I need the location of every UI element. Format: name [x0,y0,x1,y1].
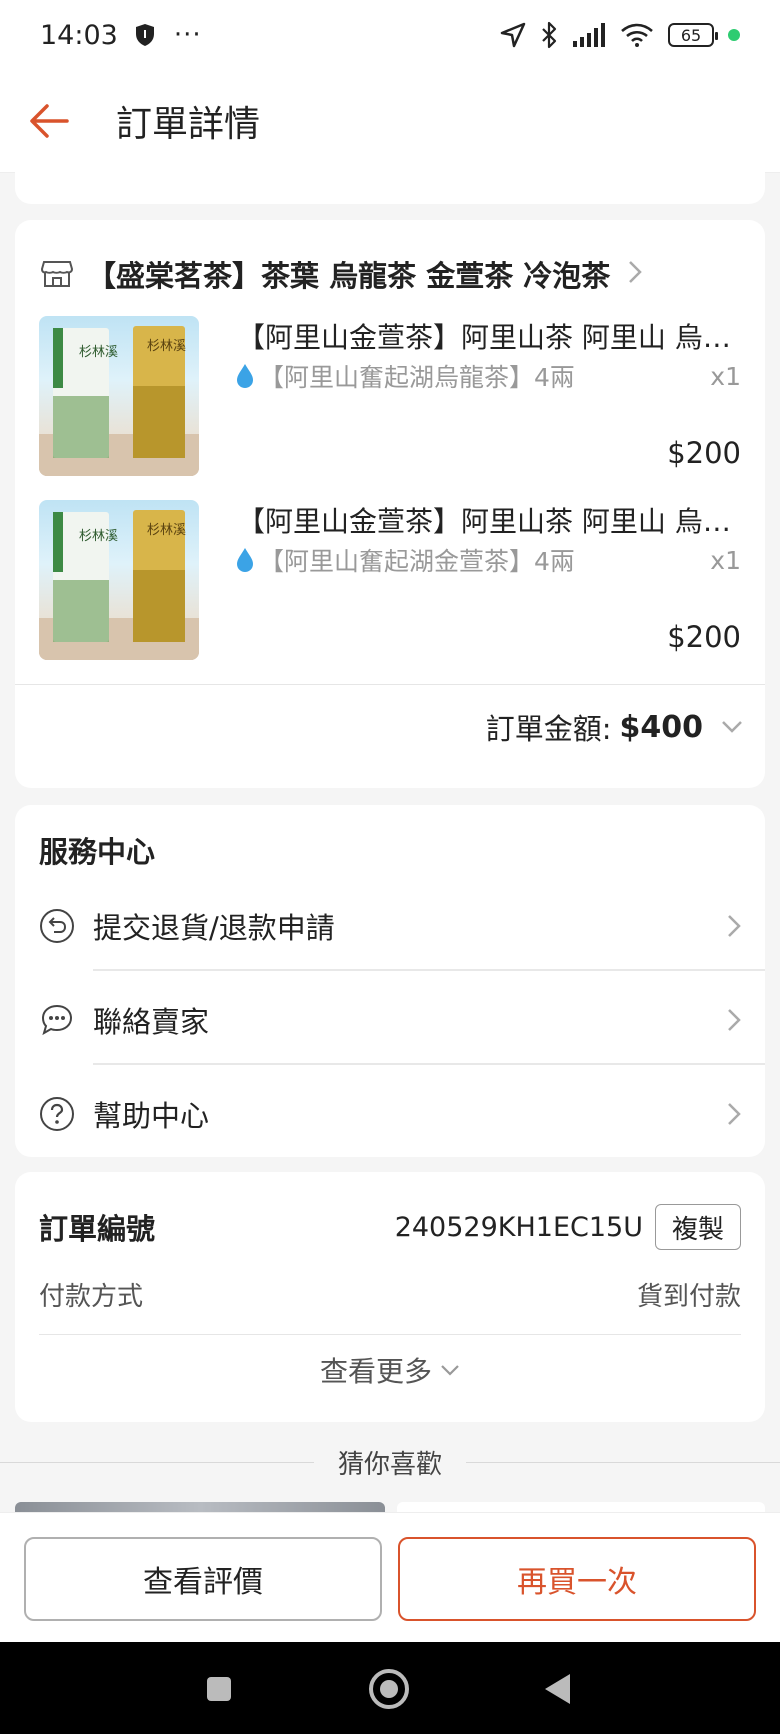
service-center-title: 服務中心 [39,835,156,869]
status-icons: 65 [500,21,740,49]
system-navigation-bar [0,1642,780,1734]
recommend-header: 猜你喜歡 [0,1440,780,1484]
product-image: 杉林溪 杉林溪 [39,500,199,660]
privacy-indicator-dot [728,29,740,41]
status-time: 14:03 [40,19,118,51]
contact-seller-label: 聯絡賣家 [93,1005,210,1039]
bluetooth-icon [542,21,557,49]
home-circle-icon [369,1669,409,1709]
product-variant: 【阿里山奮起湖金萱茶】4兩 [259,547,575,576]
square-icon [207,1677,231,1701]
order-info-card: 訂單編號 240529KH1EC15U 複製 付款方式 貨到付款 查看更多 [15,1172,765,1422]
more-status-icon: ··· [173,20,202,50]
product-price: $200 [667,620,741,654]
product-variant: 【阿里山奮起湖烏龍茶】4兩 [259,363,575,392]
divider [93,1063,765,1065]
signal-icon [573,23,605,47]
chevron-down-icon [441,1365,459,1376]
return-icon [40,909,74,943]
shop-row[interactable]: 【盛棠茗茶】茶葉 烏龍茶 金萱茶 冷泡茶 [41,246,745,302]
help-icon [40,1097,74,1131]
refund-request-item[interactable]: 提交退貨/退款申請 [15,879,765,973]
store-icon [41,261,73,287]
order-number-label: 訂單編號 [39,1212,156,1246]
help-center-item[interactable]: 幫助中心 [15,1067,765,1161]
refund-request-label: 提交退貨/退款申請 [93,911,335,945]
shop-name: 【盛棠茗茶】茶葉 烏龍茶 金萱茶 冷泡茶 [87,259,611,293]
divider [39,1334,741,1335]
battery-icon: 65 [668,23,718,47]
wifi-icon [621,23,653,47]
svg-text:杉林溪: 杉林溪 [79,345,118,360]
triangle-back-icon [545,1674,570,1704]
order-total-value: $400 [619,709,704,745]
payment-method-row: 付款方式 貨到付款 [39,1272,741,1316]
back-button[interactable] [26,98,72,144]
product-variant-row: 【阿里山奮起湖金萱茶】4兩 x1 [235,542,741,578]
product-item[interactable]: 杉林溪 杉林溪 【阿里山金萱茶】阿里山茶 阿里山 烏龍茶 【阿里山奮起湖金萱茶】… [39,500,741,664]
divider [93,969,765,971]
buy-again-button[interactable]: 再買一次 [398,1537,756,1621]
contact-seller-item[interactable]: 聯絡賣家 [15,973,765,1067]
product-quantity: x1 [710,361,741,391]
status-bar: 14:03 ··· 65 [0,0,780,70]
service-center-card: 服務中心 提交退貨/退款申請 聯絡賣家 幫助中心 [15,805,765,1157]
view-more-label: 查看更多 [319,1355,432,1388]
product-price: $200 [667,436,741,470]
product-item[interactable]: 杉林溪 杉林溪 【阿里山金萱茶】阿里山茶 阿里山 烏龍茶 【阿里山奮起湖烏龍茶】… [39,316,741,480]
divider [0,1461,314,1463]
page-title: 訂單詳情 [116,104,261,145]
product-quantity: x1 [710,545,741,575]
view-more-button[interactable]: 查看更多 [15,1338,765,1402]
order-items-card: 【盛棠茗茶】茶葉 烏龍茶 金萱茶 冷泡茶 杉林溪 杉林溪 【阿里山金萱茶】阿里山… [15,220,765,788]
payment-method-value: 貨到付款 [636,1281,741,1312]
payment-method-label: 付款方式 [39,1281,144,1312]
back-nav-button[interactable] [534,1666,580,1712]
chevron-right-icon [728,1103,741,1125]
previous-card-bottom [15,150,765,204]
product-variant-row: 【阿里山奮起湖烏龍茶】4兩 x1 [235,358,741,394]
arrow-left-icon [30,104,69,138]
recent-apps-button[interactable] [196,1666,242,1712]
recommend-title: 猜你喜歡 [338,1449,443,1480]
chevron-right-icon [728,915,741,937]
product-title: 【阿里山金萱茶】阿里山茶 阿里山 烏龍茶 [237,505,741,538]
copy-button[interactable]: 複製 [654,1204,741,1250]
order-number-row: 訂單編號 240529KH1EC15U 複製 [39,1202,741,1252]
svg-text:杉林溪: 杉林溪 [147,523,186,538]
svg-text:杉林溪: 杉林溪 [147,339,186,354]
order-total-row[interactable]: 訂單金額: $400 [486,700,743,754]
bottom-action-bar: 查看評價 再買一次 [0,1512,780,1642]
order-number-value: 240529KH1EC15U [394,1211,643,1243]
svg-text:杉林溪: 杉林溪 [79,529,118,544]
chat-icon [41,1004,73,1036]
location-icon [500,22,526,48]
chevron-right-icon [728,1009,741,1031]
divider [15,684,765,685]
order-total-label: 訂單金額: [485,712,612,746]
water-drop-icon [237,364,253,388]
product-title: 【阿里山金萱茶】阿里山茶 阿里山 烏龍茶 [237,321,741,354]
divider [466,1461,780,1463]
chevron-down-icon [722,721,742,733]
home-button[interactable] [366,1666,412,1712]
chevron-right-icon [628,258,643,291]
shield-icon [135,24,154,46]
view-review-button[interactable]: 查看評價 [24,1537,382,1621]
water-drop-icon [237,548,253,572]
help-center-label: 幫助中心 [93,1099,210,1133]
product-image: 杉林溪 杉林溪 [39,316,199,476]
